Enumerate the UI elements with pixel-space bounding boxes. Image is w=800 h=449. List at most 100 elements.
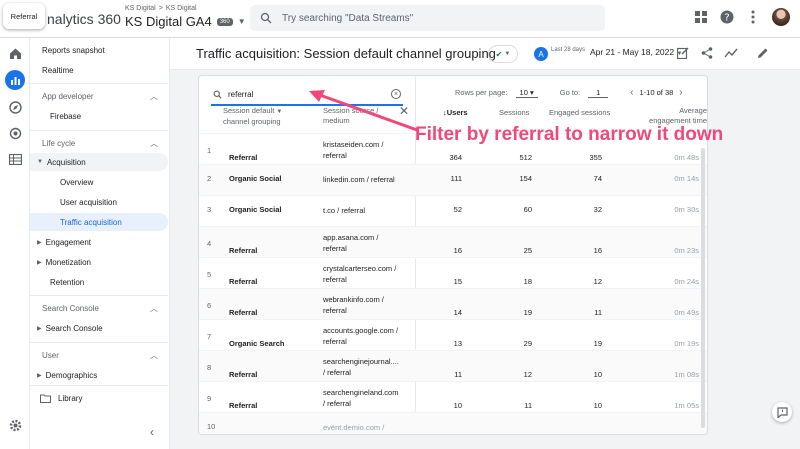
prev-page-chevron-icon[interactable]: ‹	[630, 87, 633, 98]
cell-sessions: 19	[523, 308, 532, 317]
row-index: 6	[207, 301, 212, 310]
nav-acquisition[interactable]: ▼ Acquisition	[30, 153, 168, 171]
cell-channel-grouping: Organic Social	[229, 205, 282, 214]
search-input[interactable]: Try searching "Data Streams"	[250, 5, 605, 31]
nav-engagement[interactable]: ▶ Engagement	[30, 233, 168, 251]
column-header-engaged-sessions[interactable]: Engaged sessions	[549, 108, 610, 118]
cell-channel-grouping: Referral	[229, 277, 258, 286]
date-range-picker[interactable]: Apr 21 - May 18, 2022 ▼	[590, 47, 682, 57]
explore-icon[interactable]	[8, 100, 22, 114]
cell-avg: 0m 19s	[674, 339, 699, 348]
nav-reports-snapshot[interactable]: Reports snapshot	[30, 41, 168, 59]
nav-overview[interactable]: Overview	[30, 173, 168, 191]
top-bar: Referral nalytics 360 KS Digital > KS Di…	[0, 0, 800, 38]
nav-label: Firebase	[50, 111, 82, 121]
browser-tab[interactable]: Referral	[3, 3, 45, 29]
breadcrumb[interactable]: KS Digital > KS Digital	[125, 5, 197, 12]
rows-per-page-value: 10	[519, 87, 528, 97]
nav-retention[interactable]: Retention	[30, 273, 168, 291]
table-row[interactable]: 6 Referral webrankinfo.com / referral 14 19 11…	[199, 288, 707, 319]
table-row[interactable]: 8 Referral searchenginejournal.... / referr…	[199, 350, 707, 381]
row-index: 3	[207, 205, 212, 214]
cell-engaged: 12	[593, 277, 602, 286]
home-icon[interactable]	[8, 46, 22, 60]
annotation-text: Filter by referral to narrow it down	[415, 124, 724, 145]
column-header-avg-engagement-time[interactable]: Average engagement time	[647, 106, 707, 126]
apps-grid-icon[interactable]	[694, 10, 708, 24]
settings-gear-icon[interactable]	[8, 418, 22, 432]
cell-text: searchengineland.com	[323, 388, 399, 397]
nav-section-label: Life cycle	[42, 138, 76, 148]
comparison-avatar[interactable]: A	[534, 47, 548, 61]
column-header-channel-grouping[interactable]: Session default ▼ channel grouping	[223, 106, 282, 127]
table-row[interactable]: 9 Referral searchengineland.com / referral 1…	[199, 381, 707, 412]
feedback-chat-icon[interactable]	[772, 402, 792, 422]
nav-section-user[interactable]: User ︿	[30, 346, 168, 364]
svg-text:?: ?	[724, 13, 729, 24]
cell-text: linkedin.com / referral	[323, 175, 395, 184]
cell-text: referral	[323, 306, 347, 315]
cell-sessions: 154	[519, 174, 532, 183]
nav-traffic-acquisition[interactable]: Traffic acquisition	[30, 213, 168, 231]
header-text: channel grouping	[223, 117, 281, 126]
search-icon	[260, 12, 272, 24]
caret-right-icon: ▶	[37, 259, 42, 266]
customize-report-icon[interactable]	[676, 46, 690, 60]
nav-user-acquisition[interactable]: User acquisition	[30, 193, 168, 211]
cell-text: / referral	[323, 368, 351, 377]
cell-text: referral	[323, 244, 347, 253]
report-status-pill[interactable]: ✔ ▼	[488, 45, 518, 63]
breadcrumb-subaccount: KS Digital	[165, 5, 197, 12]
nav-library[interactable]: Library	[30, 389, 168, 407]
cell-source-medium: event.demio.com /	[323, 422, 413, 433]
nav-firebase[interactable]: Firebase	[30, 107, 168, 125]
table-row[interactable]: 5 Referral crystalcarterseo.com / referral 1…	[199, 257, 707, 288]
table-row[interactable]: 4 Referral app.asana.com / referral 16 25 16 0m…	[199, 226, 707, 257]
rows-per-page-select[interactable]: 10 ▾	[515, 87, 538, 98]
caret-right-icon: ▶	[37, 325, 42, 332]
configure-icon[interactable]	[8, 152, 22, 166]
nav-section-life-cycle[interactable]: Life cycle ︿	[30, 134, 168, 152]
column-header-users[interactable]: ↓Users	[443, 108, 468, 118]
nav-realtime[interactable]: Realtime	[30, 61, 168, 79]
cell-text: t.co / referral	[323, 206, 366, 215]
nav-section-app-developer[interactable]: App developer ︿	[30, 87, 168, 105]
header-text: Average	[679, 106, 707, 115]
advertising-icon[interactable]	[8, 126, 22, 140]
search-placeholder: Try searching "Data Streams"	[282, 12, 414, 24]
avatar[interactable]	[772, 8, 790, 26]
cell-channel-grouping: Organic Social	[229, 174, 282, 183]
nav-monetization[interactable]: ▶ Monetization	[30, 253, 168, 271]
table-row[interactable]: 10 event.demio.com /	[199, 412, 707, 434]
nav-section-search-console[interactable]: Search Console ︿	[30, 299, 168, 317]
reports-icon[interactable]	[5, 70, 25, 90]
cell-text: app.asana.com /	[323, 233, 379, 242]
breadcrumb-account: KS Digital	[125, 5, 156, 12]
next-page-chevron-icon[interactable]: ›	[679, 87, 682, 98]
edit-pencil-icon[interactable]	[756, 46, 770, 60]
nav-demographics[interactable]: ▶ Demographics	[30, 366, 168, 384]
help-icon[interactable]: ?	[720, 10, 734, 24]
nav-label: Realtime	[42, 65, 74, 75]
share-icon[interactable]	[700, 46, 714, 60]
property-selector[interactable]: KS Digital GA4 360 ▼	[125, 14, 246, 29]
insights-icon[interactable]	[724, 46, 738, 60]
table-row[interactable]: 7 Organic Search accounts.google.com / refe…	[199, 319, 707, 350]
goto-page-input[interactable]: 1	[588, 88, 609, 98]
caret-down-icon: ▼	[37, 159, 43, 165]
property-name: KS Digital GA4	[125, 14, 212, 29]
nav-section-label: User	[42, 350, 59, 360]
column-header-sessions[interactable]: Sessions	[499, 108, 529, 118]
annotation-arrow-icon	[309, 90, 418, 132]
more-vert-icon[interactable]	[746, 10, 760, 24]
product-name: nalytics 360	[47, 11, 121, 27]
table-row[interactable]: 2 Organic Social linkedin.com / referral 11…	[199, 164, 707, 195]
table-row[interactable]: 3 Organic Social t.co / referral 52 60 32 0m 3…	[199, 195, 707, 226]
nav-search-console[interactable]: ▶ Search Console	[30, 319, 168, 337]
cell-text: accounts.google.com /	[323, 326, 399, 335]
collapse-nav-chevron-icon[interactable]: ‹	[150, 425, 154, 439]
cell-source-medium: linkedin.com / referral	[323, 174, 413, 185]
cell-sessions: 11	[524, 401, 532, 410]
row-index: 4	[207, 239, 212, 248]
table-scrollbar[interactable]	[701, 148, 705, 428]
